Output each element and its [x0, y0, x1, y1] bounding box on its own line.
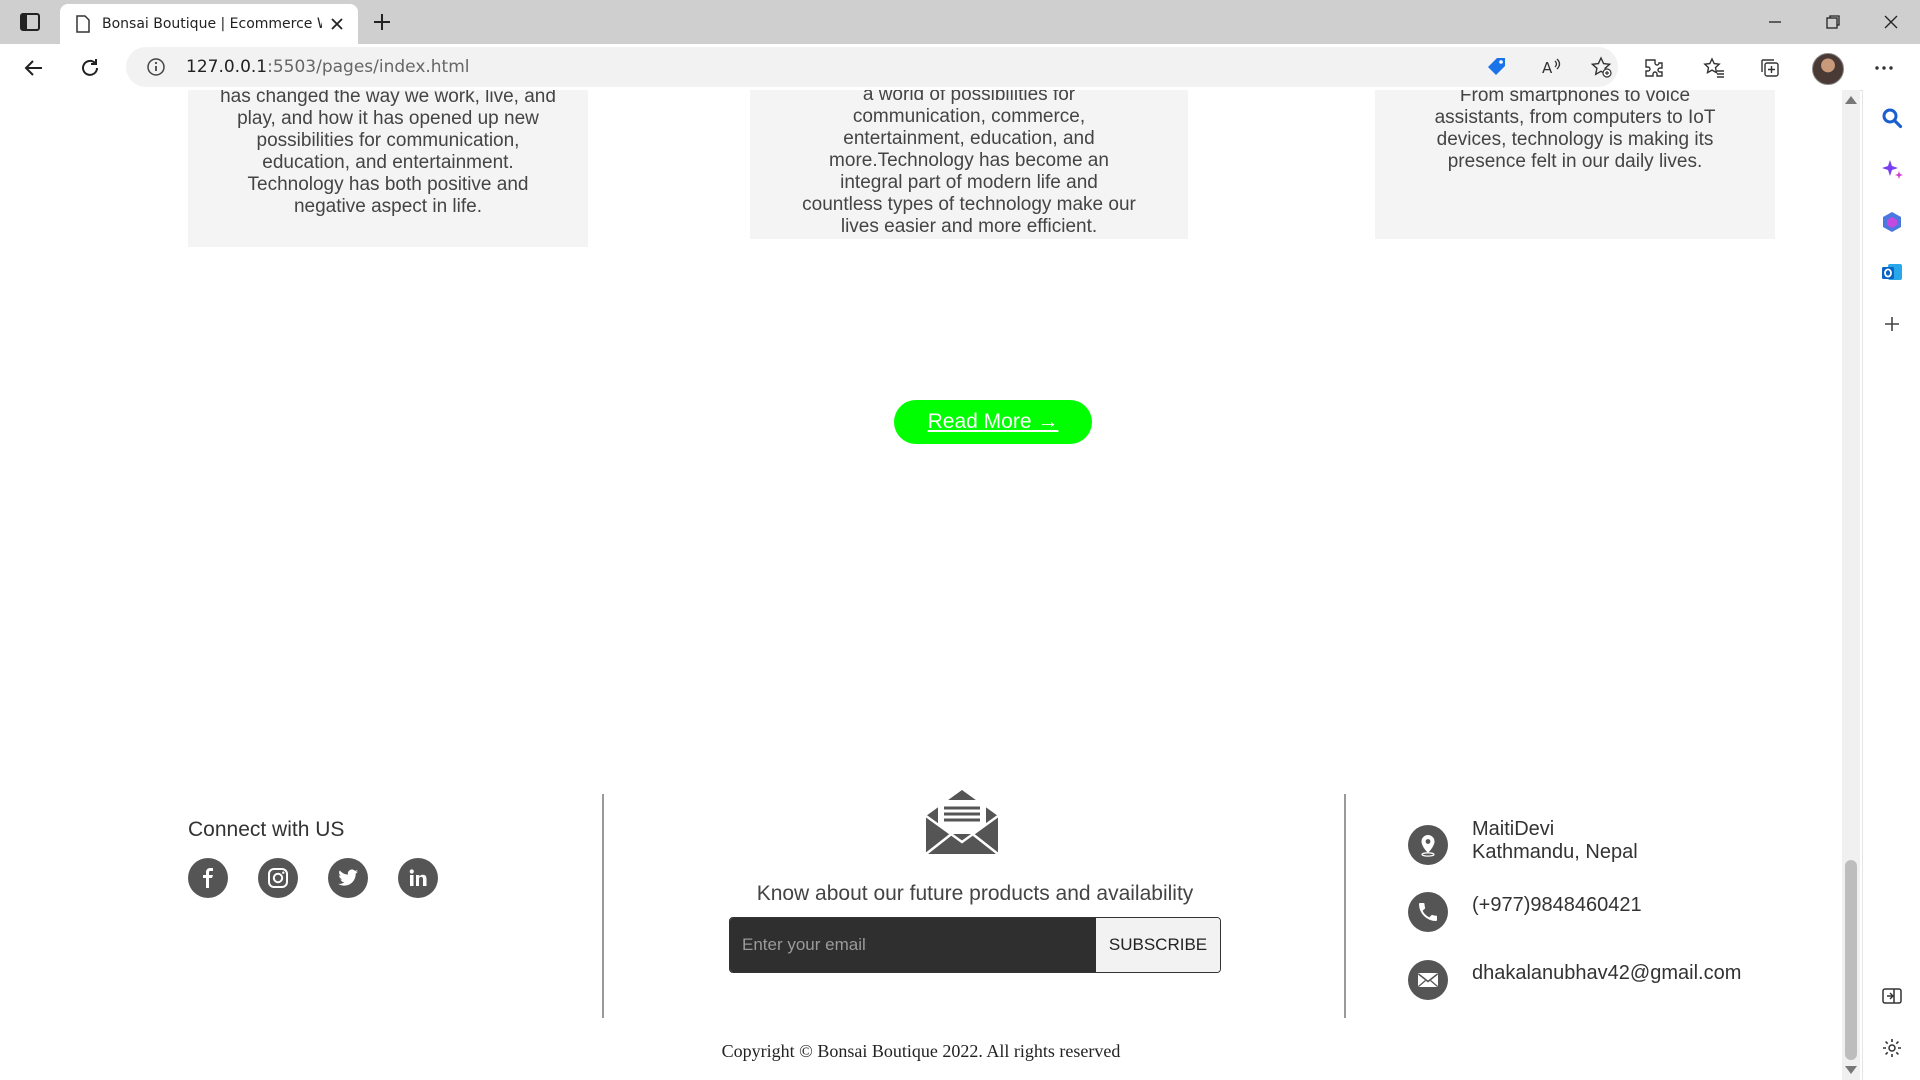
address-text: MaitiDevi Kathmandu, Nepal — [1472, 818, 1638, 864]
location-pin-icon — [1408, 825, 1448, 865]
card-text-line: more.Technology has become an — [829, 150, 1109, 171]
browser-tab-bar: Bonsai Boutique | Ecommerce W — [0, 0, 1920, 44]
address-line: MaitiDevi — [1472, 818, 1555, 840]
card-text-line: a world of possibilities for — [862, 90, 1076, 105]
card-text-line: has changed the way we work, live, and — [220, 90, 556, 107]
read-aloud-icon[interactable]: A — [1538, 54, 1564, 80]
url-host: 127.0.0.1 — [186, 57, 268, 77]
hide-sidebar-icon[interactable] — [1878, 982, 1906, 1010]
copilot-sparkle-icon[interactable] — [1878, 156, 1906, 184]
shopping-icon[interactable] — [1878, 208, 1906, 236]
back-icon[interactable] — [18, 52, 50, 84]
card-text-line: presence felt in our daily lives. — [1447, 151, 1703, 172]
article-card-2: a world of possibilities for communicati… — [750, 90, 1188, 239]
envelope-open-icon — [924, 788, 1000, 856]
add-favorite-icon[interactable] — [1588, 54, 1614, 80]
search-icon[interactable] — [1878, 104, 1906, 132]
footer-divider — [1344, 794, 1346, 1018]
instagram-icon[interactable] — [258, 858, 298, 898]
article-card-1: has changed the way we work, live, and p… — [188, 90, 588, 247]
more-menu-icon[interactable] — [1868, 52, 1900, 84]
twitter-icon[interactable] — [328, 858, 368, 898]
mail-icon — [1408, 960, 1448, 1000]
address-bar[interactable]: 127.0.0.1:5503/pages/index.html A — [126, 47, 1618, 87]
scroll-down-arrow-icon[interactable] — [1845, 1066, 1857, 1074]
favorites-icon[interactable] — [1698, 52, 1730, 84]
profile-avatar[interactable] — [1812, 53, 1844, 85]
card-text-line: From smartphones to voice — [1459, 90, 1691, 106]
card-text-line: education, and entertainment. — [262, 152, 514, 173]
card-text-line: assistants, from computers to IoT — [1434, 107, 1716, 128]
close-window-icon[interactable] — [1868, 6, 1914, 38]
facebook-icon[interactable] — [188, 858, 228, 898]
subscribe-form: SUBSCRIBE — [729, 917, 1221, 973]
card-text-line: lives easier and more efficient. — [840, 216, 1098, 237]
page-icon — [74, 15, 92, 33]
read-more-button[interactable]: Read More → — [894, 400, 1092, 444]
tab-title: Bonsai Boutique | Ecommerce W — [102, 16, 322, 32]
scroll-thumb[interactable] — [1845, 860, 1857, 1060]
page-viewport: has changed the way we work, live, and p… — [0, 90, 1842, 1080]
site-info-icon[interactable] — [146, 57, 166, 77]
new-tab-icon[interactable] — [368, 8, 396, 36]
phone-text: (+977)9848460421 — [1472, 894, 1642, 916]
card-text-line: possibilities for communication, — [256, 130, 520, 151]
svg-text:A: A — [1542, 59, 1553, 77]
browser-sidebar — [1862, 90, 1920, 1080]
card-text-line: play, and how it has opened up new — [237, 108, 539, 129]
copyright-text: Copyright © Bonsai Boutique 2022. All ri… — [721, 1041, 1121, 1061]
close-tab-icon[interactable] — [326, 13, 348, 35]
shopping-tag-icon[interactable] — [1484, 54, 1510, 80]
refresh-icon[interactable] — [74, 52, 106, 84]
article-card-3: From smartphones to voice assistants, fr… — [1375, 90, 1775, 239]
settings-gear-icon[interactable] — [1878, 1034, 1906, 1062]
email-input[interactable] — [730, 918, 1096, 972]
card-text-line: Technology has both positive and — [247, 174, 529, 195]
page-scrollbar[interactable] — [1842, 90, 1860, 1080]
phone-icon — [1408, 892, 1448, 932]
card-text-line: integral part of modern life and — [840, 172, 1098, 193]
tab-actions-icon[interactable] — [18, 10, 42, 34]
browser-tab[interactable]: Bonsai Boutique | Ecommerce W — [60, 4, 358, 44]
email-text[interactable]: dhakalanubhav42@gmail.com — [1472, 962, 1741, 985]
outlook-icon[interactable] — [1878, 258, 1906, 286]
subscribe-button[interactable]: SUBSCRIBE — [1096, 918, 1220, 972]
url-text: 127.0.0.1:5503/pages/index.html — [186, 57, 470, 77]
url-path: :5503/pages/index.html — [267, 57, 470, 77]
card-text-line: devices, technology is making its — [1436, 129, 1714, 150]
restore-icon[interactable] — [1810, 6, 1856, 38]
newsletter-text: Know about our future products and avail… — [756, 882, 1194, 905]
card-text-line: communication, commerce, — [852, 106, 1086, 127]
add-sidebar-icon[interactable] — [1878, 310, 1906, 338]
collections-icon[interactable] — [1754, 52, 1786, 84]
card-text-line: negative aspect in life. — [293, 196, 482, 217]
address-line: Kathmandu, Nepal — [1472, 841, 1638, 863]
card-text-line: countless types of technology make our — [802, 194, 1136, 215]
footer-divider — [602, 794, 604, 1018]
extensions-icon[interactable] — [1638, 52, 1670, 84]
connect-title: Connect with US — [188, 818, 345, 841]
browser-toolbar: 127.0.0.1:5503/pages/index.html A — [0, 44, 1920, 91]
minimize-icon[interactable] — [1752, 6, 1798, 38]
card-text-line: entertainment, education, and — [843, 128, 1095, 149]
linkedin-icon[interactable] — [398, 858, 438, 898]
scroll-up-arrow-icon[interactable] — [1845, 96, 1857, 104]
